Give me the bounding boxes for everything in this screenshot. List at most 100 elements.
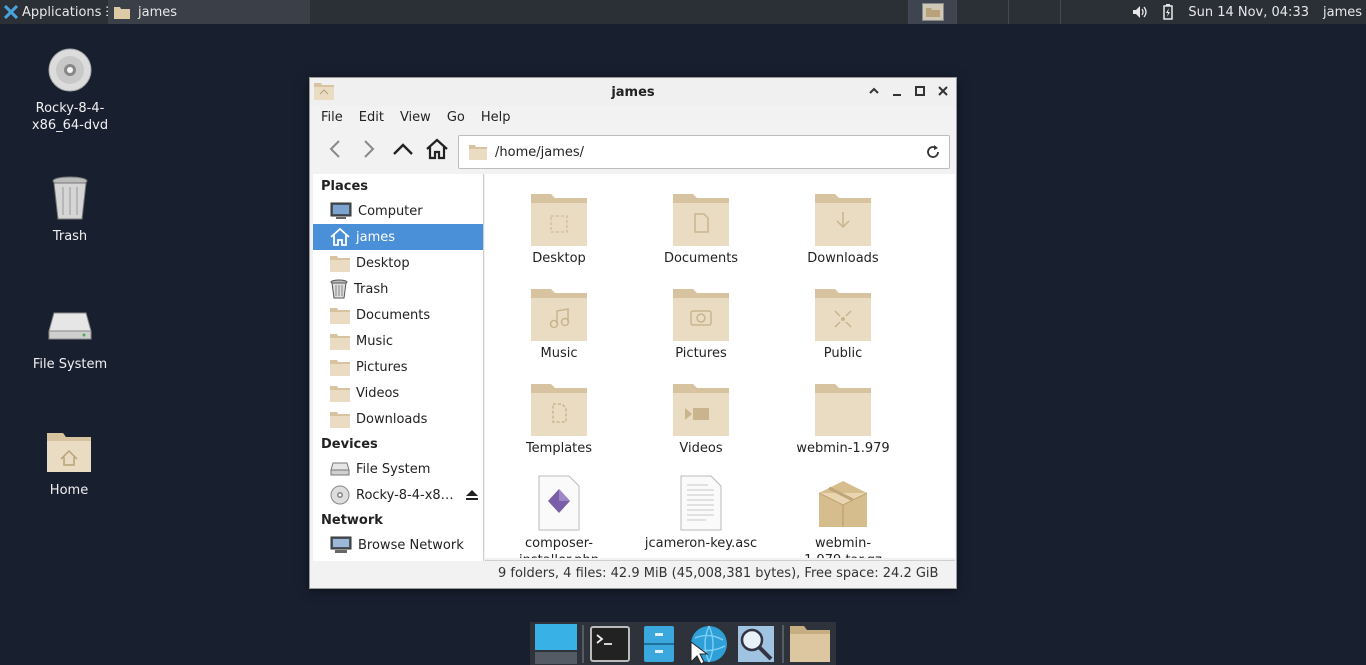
dock-web-browser[interactable] <box>685 624 729 664</box>
sidebar-item-desktop[interactable]: Desktop <box>313 250 483 276</box>
file-item-composer-installer[interactable]: composer-installer.php <box>494 471 624 558</box>
sidebar-header-places: Places <box>321 179 369 194</box>
chevron-left-icon <box>329 140 340 158</box>
sidebar-item-label: Music <box>356 333 393 349</box>
dock-home-folder[interactable] <box>788 624 832 664</box>
file-item-label: Downloads <box>807 251 879 266</box>
reload-icon[interactable] <box>925 144 941 160</box>
folder-icon <box>330 307 350 324</box>
forward-button[interactable] <box>354 134 384 164</box>
trash-icon <box>46 174 94 222</box>
sidebar-item-james[interactable]: james <box>313 224 483 250</box>
volume-icon[interactable] <box>1132 5 1148 19</box>
minimize-button[interactable] <box>889 83 904 99</box>
menu-file[interactable]: File <box>313 110 351 125</box>
xfce-logo-icon <box>4 5 18 19</box>
folder-icon <box>813 376 873 436</box>
file-item-jcameron-key[interactable]: jcameron-key.asc <box>636 471 766 552</box>
file-item-downloads[interactable]: Downloads <box>778 186 908 267</box>
sidebar-item-trash[interactable]: Trash <box>313 276 483 302</box>
folder-icon <box>330 359 350 376</box>
file-item-desktop[interactable]: Desktop <box>494 186 624 267</box>
folder-downloads-icon <box>813 186 873 246</box>
folder-videos-icon <box>671 376 731 436</box>
shade-button[interactable] <box>866 83 881 99</box>
eject-icon[interactable] <box>465 489 479 501</box>
parent-folder-button[interactable] <box>388 134 418 164</box>
menu-edit[interactable]: Edit <box>351 110 392 125</box>
maximize-icon <box>914 86 925 96</box>
file-item-webmin-archive[interactable]: webmin-1.979.tar.gz <box>778 471 908 558</box>
trash-icon <box>330 279 348 299</box>
system-tray: Sun 14 Nov, 04:33 james <box>1132 0 1366 24</box>
file-manager-window: james File Edit View Go Help /home/james… <box>309 77 957 589</box>
dock <box>530 622 836 665</box>
dock-file-manager[interactable] <box>637 624 681 664</box>
desktop-icon-home[interactable]: Home <box>19 428 119 499</box>
sidebar-item-documents[interactable]: Documents <box>313 302 483 328</box>
battery-icon[interactable] <box>1162 4 1174 20</box>
sidebar-item-filesystem[interactable]: File System <box>313 456 483 482</box>
folder-icon <box>921 3 944 21</box>
sidebar-item-music[interactable]: Music <box>313 328 483 354</box>
window-titlebar[interactable]: james <box>310 78 956 106</box>
file-item-pictures[interactable]: Pictures <box>636 281 766 362</box>
file-item-videos[interactable]: Videos <box>636 376 766 457</box>
file-item-label: Music <box>540 346 578 361</box>
file-item-documents[interactable]: Documents <box>636 186 766 267</box>
workspace-1[interactable] <box>908 0 957 24</box>
desktop-icon-dvd[interactable]: Rocky-8-4- x86_64-dvd <box>20 46 120 134</box>
show-desktop-icon <box>535 623 578 664</box>
location-path: /home/james/ <box>495 144 585 160</box>
folder-public-icon <box>813 281 873 341</box>
sidebar-item-browse-network[interactable]: Browse Network <box>313 532 483 558</box>
menu-view[interactable]: View <box>392 110 439 125</box>
close-icon <box>937 86 948 96</box>
sidebar-item-label: Rocky-8-4-x8… <box>356 487 454 503</box>
file-cabinet-icon <box>643 625 674 662</box>
file-item-webmin-folder[interactable]: webmin-1.979 <box>778 376 908 457</box>
home-folder-icon <box>45 428 93 476</box>
workspace-3[interactable] <box>1008 0 1060 24</box>
sidebar-item-pictures[interactable]: Pictures <box>313 354 483 380</box>
sidebar-item-label: Downloads <box>356 411 428 427</box>
file-item-templates[interactable]: Templates <box>494 376 624 457</box>
workspace-4[interactable] <box>1060 0 1112 24</box>
home-button[interactable] <box>422 134 452 164</box>
maximize-button[interactable] <box>912 83 927 99</box>
location-bar[interactable]: /home/james/ <box>458 135 950 169</box>
back-button[interactable] <box>320 134 350 164</box>
menu-help[interactable]: Help <box>473 110 519 125</box>
archive-box-icon <box>813 471 873 531</box>
file-item-public[interactable]: Public <box>778 281 908 362</box>
menu-go[interactable]: Go <box>439 110 473 125</box>
file-item-label: Templates <box>525 441 593 456</box>
folder-icon <box>789 625 830 662</box>
sidebar-item-dvd[interactable]: Rocky-8-4-x8… <box>313 482 483 508</box>
desktop-icon-trash[interactable]: Trash <box>20 174 120 245</box>
dock-terminal[interactable] <box>588 624 632 664</box>
desktop-icon-label: Rocky-8-4- x86_64-dvd <box>31 101 109 133</box>
folder-documents-icon <box>671 186 731 246</box>
magnifier-icon <box>737 625 774 662</box>
applications-menu-button[interactable]: Applications ☰ <box>0 0 108 24</box>
file-item-music[interactable]: Music <box>494 281 624 362</box>
chevron-right-icon <box>364 140 375 158</box>
sidebar-item-videos[interactable]: Videos <box>313 380 483 406</box>
sidebar-item-label: Browse Network <box>358 537 464 553</box>
folder-icon <box>330 333 350 350</box>
clock[interactable]: Sun 14 Nov, 04:33 <box>1188 5 1309 20</box>
sidebar-item-downloads[interactable]: Downloads <box>313 406 483 432</box>
user-menu[interactable]: james <box>1323 5 1362 20</box>
workspace-switcher[interactable] <box>908 0 1112 24</box>
workspace-2[interactable] <box>956 0 1008 24</box>
taskbar-window-button[interactable]: james <box>108 0 310 24</box>
dock-show-desktop[interactable] <box>534 623 578 664</box>
sidebar-item-computer[interactable]: Computer <box>313 198 483 224</box>
close-button[interactable] <box>935 83 950 99</box>
folder-icon <box>330 411 350 428</box>
file-view[interactable]: Desktop Documents Downloads Music Pictur… <box>485 174 955 558</box>
desktop-icon-filesystem[interactable]: File System <box>20 302 120 373</box>
file-item-label: Videos <box>679 441 723 456</box>
dock-app-finder[interactable] <box>733 624 777 664</box>
